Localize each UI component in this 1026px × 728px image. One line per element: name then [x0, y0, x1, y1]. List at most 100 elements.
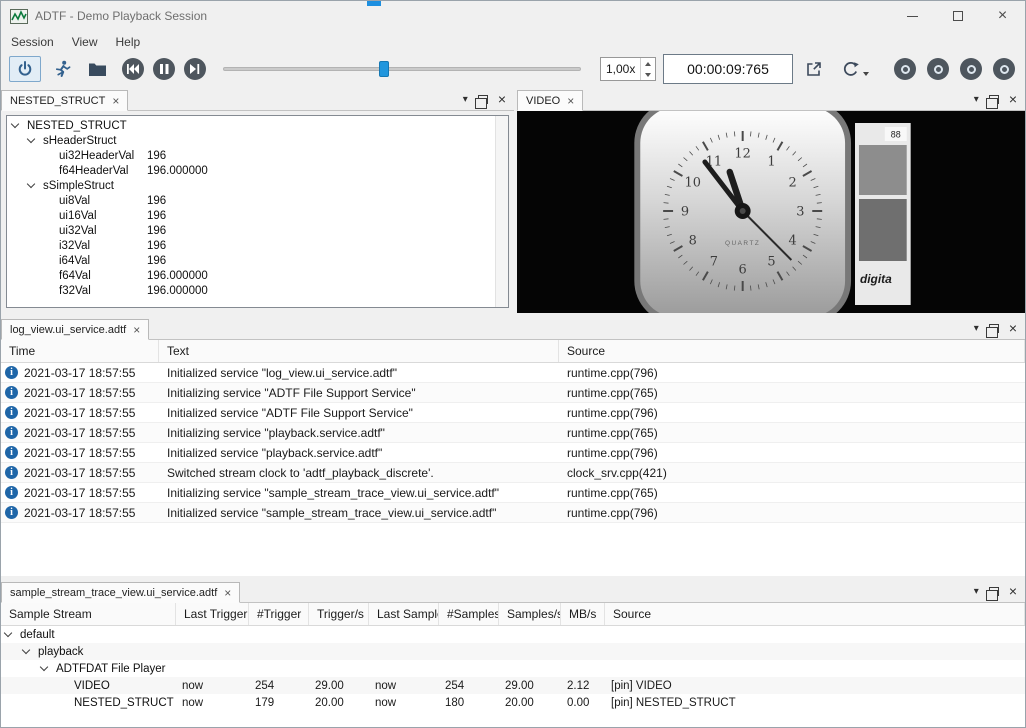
marker-button-4[interactable]	[993, 58, 1015, 80]
tree-node-value: 196.000000	[147, 285, 208, 297]
expand-arrow-icon[interactable]	[27, 180, 35, 188]
menu-help[interactable]: Help	[107, 32, 150, 52]
slider-handle[interactable]	[379, 61, 389, 77]
tab-trace-view[interactable]: sample_stream_trace_view.ui_service.adtf…	[1, 582, 240, 603]
close-button[interactable]: ×	[980, 1, 1025, 31]
skip-to-end-button[interactable]	[184, 58, 206, 80]
nested-struct-panel: NESTED_STRUCT × ▾ × NESTED_STRUCTsHeader…	[1, 89, 514, 313]
tree-node-i32val[interactable]: i32Val196	[7, 238, 494, 253]
log-row[interactable]: i2021-03-17 18:57:55Initializing service…	[1, 483, 1025, 503]
tree-node-ui8val[interactable]: ui8Val196	[7, 193, 494, 208]
power-button[interactable]	[9, 56, 41, 82]
tab-close-icon[interactable]: ×	[567, 95, 574, 107]
marker-button-1[interactable]	[894, 58, 916, 80]
panel-menu-button[interactable]: ▾	[974, 94, 979, 105]
expand-arrow-icon[interactable]	[22, 646, 30, 654]
pause-button[interactable]	[153, 58, 175, 80]
panel-float-button[interactable]	[989, 324, 999, 333]
column-header-last-trigger[interactable]: Last Trigger	[176, 603, 249, 625]
stream-row-playback[interactable]: playback	[1, 643, 1025, 660]
minimize-button[interactable]	[890, 1, 935, 31]
expand-arrow-icon[interactable]	[11, 120, 19, 128]
tree-node-ui32headerval[interactable]: ui32HeaderVal196	[7, 148, 494, 163]
stream-row-nested-struct[interactable]: NESTED_STRUCTnow17920.00now18020.000.00[…	[1, 694, 1025, 711]
menu-view[interactable]: View	[63, 32, 107, 52]
column-header-samples-s[interactable]: Samples/s	[499, 603, 561, 625]
tree-node-ui32val[interactable]: ui32Val196	[7, 223, 494, 238]
panel-menu-button[interactable]: ▾	[463, 94, 468, 105]
panel-close-button[interactable]: ×	[498, 92, 506, 106]
expand-arrow-icon[interactable]	[40, 663, 48, 671]
maximize-button[interactable]	[935, 1, 980, 31]
column-header-source[interactable]: Source	[605, 603, 1025, 625]
tree-node-ui16val[interactable]: ui16Val196	[7, 208, 494, 223]
panel-float-button[interactable]	[989, 95, 999, 104]
panel-float-button[interactable]	[989, 587, 999, 596]
tree-node-label: i64Val	[59, 255, 90, 267]
panel-close-button[interactable]: ×	[1009, 584, 1017, 598]
log-row[interactable]: i2021-03-17 18:57:55Initialized service …	[1, 403, 1025, 423]
column-header-mb-s[interactable]: MB/s	[561, 603, 605, 625]
scrollbar[interactable]	[495, 116, 508, 307]
marker-button-3[interactable]	[960, 58, 982, 80]
column-header-source[interactable]: Source	[559, 340, 1025, 362]
log-row[interactable]: i2021-03-17 18:57:55Initialized service …	[1, 443, 1025, 463]
tree-node-nested_struct[interactable]: NESTED_STRUCT	[7, 118, 494, 133]
trace-cell: [pin] VIDEO	[605, 680, 1025, 692]
stream-row-default[interactable]: default	[1, 626, 1025, 643]
open-file-button[interactable]	[83, 56, 111, 82]
tree-node-f64headerval[interactable]: f64HeaderVal196.000000	[7, 163, 494, 178]
column-header--trigger[interactable]: #Trigger	[249, 603, 309, 625]
skip-to-start-button[interactable]	[122, 58, 144, 80]
panel-close-button[interactable]: ×	[1009, 92, 1017, 106]
tree-node-sheaderstruct[interactable]: sHeaderStruct	[7, 133, 494, 148]
tab-close-icon[interactable]: ×	[224, 587, 231, 599]
panel-float-button[interactable]	[478, 95, 488, 104]
speed-value[interactable]: 1,00x	[601, 58, 640, 80]
indent	[7, 170, 44, 171]
tree-node-ssimplestruct[interactable]: sSimpleStruct	[7, 178, 494, 193]
column-header-trigger-s[interactable]: Trigger/s	[309, 603, 369, 625]
panel-menu-button[interactable]: ▾	[974, 586, 979, 597]
timeline-slider[interactable]	[223, 58, 581, 80]
tab-nested-struct[interactable]: NESTED_STRUCT ×	[1, 90, 128, 111]
tab-close-icon[interactable]: ×	[112, 95, 119, 107]
log-row[interactable]: i2021-03-17 18:57:55Initialized service …	[1, 363, 1025, 383]
titlebar[interactable]: ADTF - Demo Playback Session ×	[1, 1, 1025, 31]
slider-track[interactable]	[223, 67, 581, 71]
tab-log-view[interactable]: log_view.ui_service.adtf ×	[1, 319, 149, 340]
tab-close-icon[interactable]: ×	[133, 324, 140, 336]
column-header-text[interactable]: Text	[159, 340, 559, 362]
tab-label: sample_stream_trace_view.ui_service.adtf	[10, 587, 217, 599]
menu-session[interactable]: Session	[2, 32, 63, 52]
time-display[interactable]: 00:00:09:765	[663, 54, 793, 84]
column-header-sample-stream[interactable]: Sample Stream	[1, 603, 176, 625]
log-row[interactable]: i2021-03-17 18:57:55Initializing service…	[1, 383, 1025, 403]
speed-decrease-button[interactable]	[641, 69, 655, 80]
expand-arrow-icon[interactable]	[27, 135, 35, 143]
struct-tree[interactable]: NESTED_STRUCTsHeaderStructui32HeaderVal1…	[6, 115, 509, 308]
tab-video[interactable]: VIDEO ×	[517, 90, 583, 111]
log-row[interactable]: i2021-03-17 18:57:55Initialized service …	[1, 503, 1025, 523]
loop-dropdown-icon[interactable]	[863, 72, 869, 76]
marker-button-2[interactable]	[927, 58, 949, 80]
stream-row-adtfdat-file-player[interactable]: ADTFDAT File Player	[1, 660, 1025, 677]
panel-close-button[interactable]: ×	[1009, 321, 1017, 335]
panel-menu-button[interactable]: ▾	[974, 323, 979, 334]
nested-struct-body: NESTED_STRUCTsHeaderStructui32HeaderVal1…	[1, 111, 514, 313]
column-header--samples[interactable]: #Samples	[439, 603, 499, 625]
stream-row-video[interactable]: VIDEOnow25429.00now25429.002.12[pin] VID…	[1, 677, 1025, 694]
log-row[interactable]: i2021-03-17 18:57:55Switched stream cloc…	[1, 463, 1025, 483]
tree-node-i64val[interactable]: i64Val196	[7, 253, 494, 268]
run-button[interactable]	[48, 56, 76, 82]
column-header-last-sample[interactable]: Last Sample	[369, 603, 439, 625]
loop-button[interactable]	[835, 56, 875, 82]
expand-arrow-icon[interactable]	[4, 629, 12, 637]
speed-spinbox[interactable]: 1,00x	[600, 57, 656, 81]
detach-button[interactable]	[800, 56, 828, 82]
tree-node-f32val[interactable]: f32Val196.000000	[7, 283, 494, 298]
tree-node-f64val[interactable]: f64Val196.000000	[7, 268, 494, 283]
speed-increase-button[interactable]	[641, 58, 655, 69]
log-row[interactable]: i2021-03-17 18:57:55Initializing service…	[1, 423, 1025, 443]
column-header-time[interactable]: Time	[1, 340, 159, 362]
